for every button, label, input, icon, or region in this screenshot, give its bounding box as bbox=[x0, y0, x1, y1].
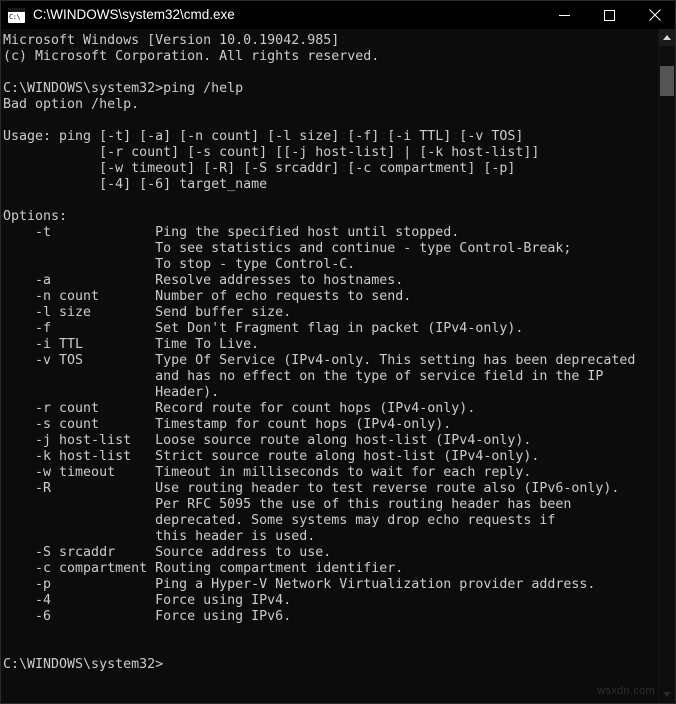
cmd-icon: C:\ bbox=[8, 7, 25, 23]
console-output-area[interactable]: Microsoft Windows [Version 10.0.19042.98… bbox=[1, 29, 675, 703]
cmd-icon-glyph: C:\ bbox=[9, 12, 21, 21]
scroll-up-arrow-icon[interactable] bbox=[659, 29, 675, 46]
vertical-scrollbar[interactable] bbox=[658, 29, 675, 703]
title-bar-left: C:\ C:\WINDOWS\system32\cmd.exe bbox=[1, 7, 542, 23]
console-text: Microsoft Windows [Version 10.0.19042.98… bbox=[3, 33, 636, 672]
cmd-window: C:\ C:\WINDOWS\system32\cmd.exe Microsof… bbox=[0, 0, 676, 704]
maximize-button[interactable] bbox=[587, 1, 632, 29]
scrollbar-track[interactable] bbox=[659, 46, 675, 686]
watermark: wsxdn.com bbox=[597, 685, 655, 697]
scroll-down-arrow-icon[interactable] bbox=[659, 686, 675, 703]
scrollbar-thumb[interactable] bbox=[660, 66, 674, 96]
minimize-button[interactable] bbox=[542, 1, 587, 29]
triangle-down-icon bbox=[663, 692, 671, 697]
window-title: C:\WINDOWS\system32\cmd.exe bbox=[33, 7, 235, 22]
window-controls bbox=[542, 1, 675, 29]
triangle-up-icon bbox=[663, 35, 671, 40]
title-bar[interactable]: C:\ C:\WINDOWS\system32\cmd.exe bbox=[1, 1, 675, 29]
close-button[interactable] bbox=[632, 1, 675, 29]
